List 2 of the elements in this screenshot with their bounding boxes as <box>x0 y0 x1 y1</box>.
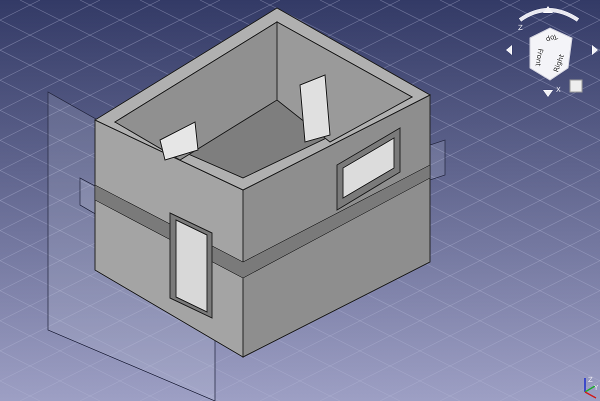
axis-indicator-drawing <box>584 378 596 399</box>
navigation-cube-drawing[interactable] <box>506 6 598 97</box>
